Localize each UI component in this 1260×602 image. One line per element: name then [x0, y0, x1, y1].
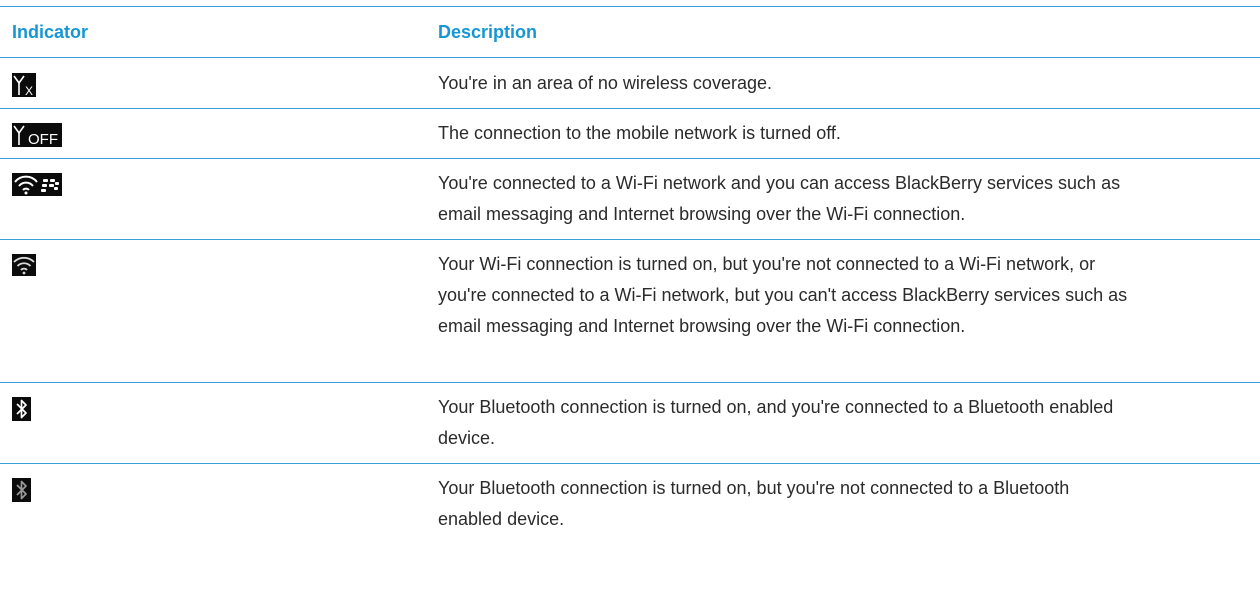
row-description: You're connected to a Wi-Fi network and …: [438, 173, 1121, 224]
indicator-column-header: Indicator: [12, 22, 89, 42]
wifi-no-services-icon: [12, 254, 36, 281]
table-row: You're connected to a Wi-Fi network and …: [0, 159, 1260, 240]
table-row: X You're in an area of no wireless cover…: [0, 58, 1260, 109]
no-coverage-icon: X: [12, 73, 36, 102]
bluetooth-connected-icon: [12, 397, 31, 426]
network-off-icon-label: OFF: [28, 131, 58, 147]
no-coverage-icon-label: X: [25, 84, 33, 97]
table-row: OFF The connection to the mobile network…: [0, 109, 1260, 159]
table-row: Your Bluetooth connection is turned on, …: [0, 464, 1260, 545]
wifi-blackberry-services-icon: [12, 173, 62, 201]
row-description: Your Wi-Fi connection is turned on, but …: [438, 254, 1128, 336]
table-row: Your Bluetooth connection is turned on, …: [0, 383, 1260, 464]
row-description: Your Bluetooth connection is turned on, …: [438, 397, 1114, 448]
network-off-icon: OFF: [12, 123, 62, 152]
row-description: You're in an area of no wireless coverag…: [438, 73, 772, 93]
table-header: Indicator Description: [0, 6, 1260, 58]
bluetooth-on-icon: [12, 478, 31, 507]
table-row: Your Wi-Fi connection is turned on, but …: [0, 240, 1260, 383]
row-description: Your Bluetooth connection is turned on, …: [438, 478, 1070, 529]
row-description: The connection to the mobile network is …: [438, 123, 841, 143]
description-column-header: Description: [438, 22, 538, 42]
indicator-table: Indicator Description X You're in an are…: [0, 6, 1260, 545]
